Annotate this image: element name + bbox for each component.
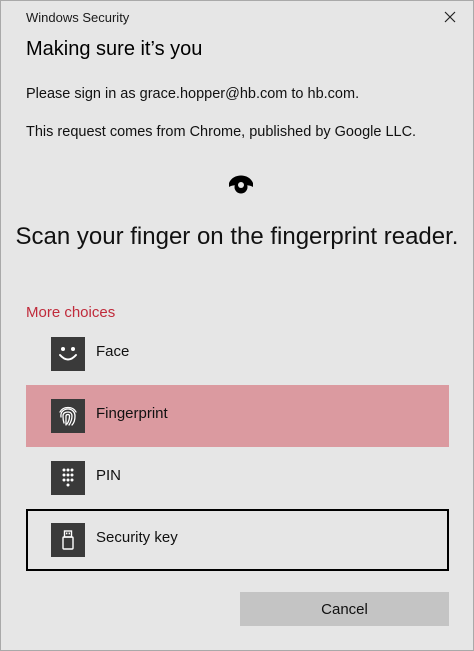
app-title: Windows Security [26,10,130,25]
option-label: PIN [96,467,122,484]
fingerprint-sensor-icon [229,175,253,194]
scan-instruction: Scan your finger on the fingerprint read… [1,220,473,253]
option-security-key[interactable]: Security key [26,509,449,571]
more-choices-link[interactable]: More choices [26,304,115,321]
cancel-button[interactable]: Cancel [240,592,449,626]
title-bar: Windows Security [1,1,473,33]
windows-security-dialog: Windows Security Making sure it’s you Pl… [0,0,474,651]
scan-instruction-text: Scan your finger on the fingerprint read… [15,223,459,250]
security-key-icon [51,523,85,557]
option-fingerprint[interactable]: Fingerprint [26,385,449,447]
dialog-heading: Making sure it’s you [26,38,203,60]
pin-keypad-icon [51,461,85,495]
close-button[interactable] [427,1,473,33]
request-source-message: This request comes from Chrome, publishe… [26,124,417,140]
option-label: Fingerprint [96,405,168,422]
fingerprint-icon [51,399,85,433]
option-face[interactable]: Face [26,323,449,385]
option-label: Face [96,343,130,360]
face-icon [51,337,85,371]
option-pin[interactable]: PIN [26,447,449,509]
sign-in-message: Please sign in as grace.hopper@hb.com to… [26,86,360,102]
close-icon [444,11,456,23]
option-label: Security key [96,529,178,546]
